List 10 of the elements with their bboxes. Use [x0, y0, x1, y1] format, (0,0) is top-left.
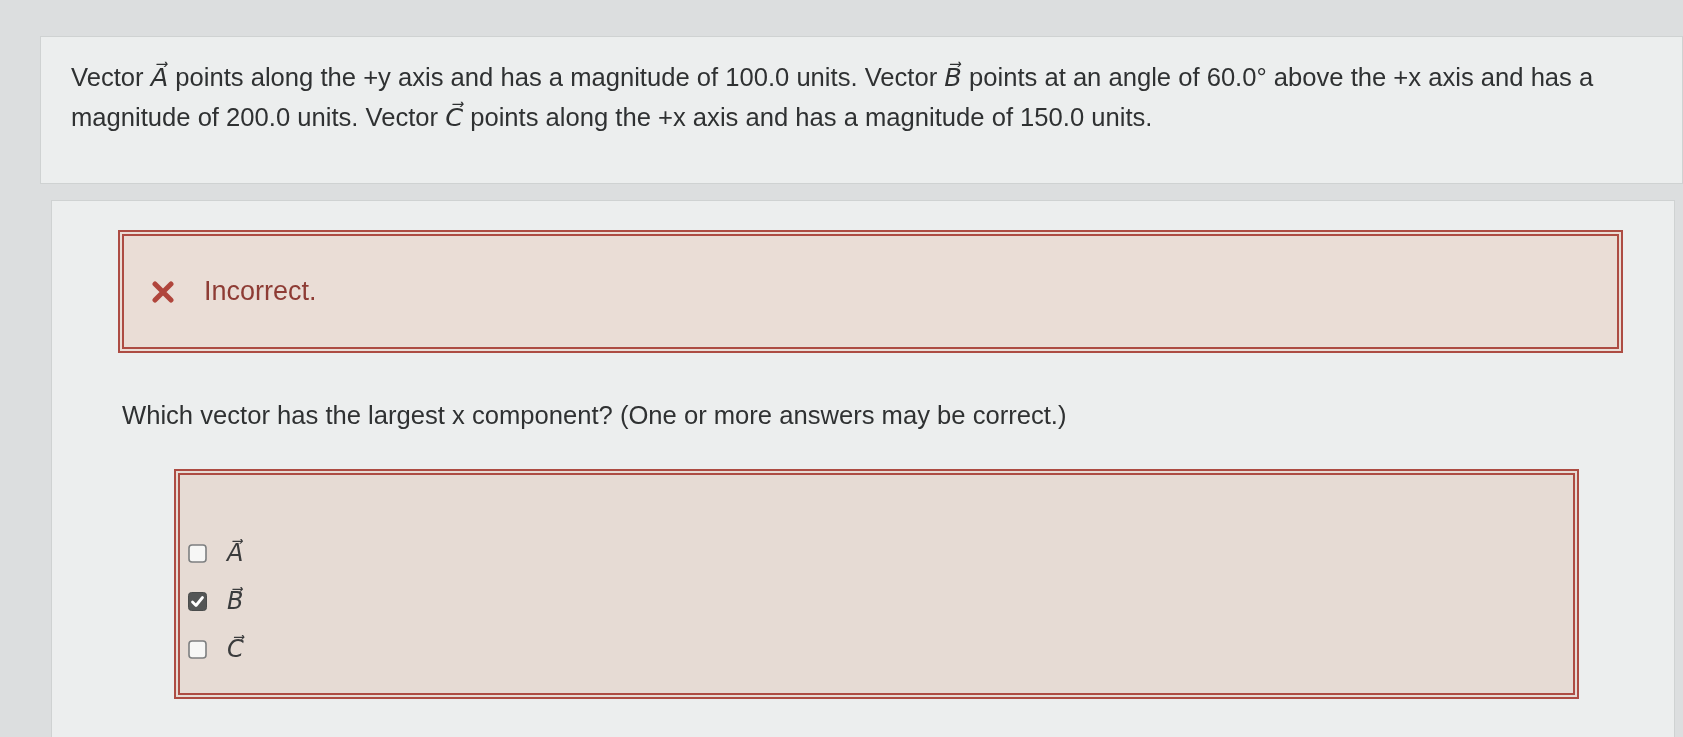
problem-text: Vector A⃗ points along the +y axis and has a magnitude of 100.0 units. Vector B⃗ points at an angle of 60.0° above the +x axis and has a magnitude of 200.0 units. Vector C⃗ points along the +x axis and has a magnitude of 150.0 units.: [71, 60, 1595, 133]
checkbox[interactable]: [188, 591, 207, 611]
question-text: Which vector has the largest x component? (One or more answers may be correct.): [122, 400, 1068, 431]
checkbox[interactable]: [188, 639, 207, 659]
option-label: B⃗: [227, 586, 244, 617]
feedback-message: Incorrect.: [204, 276, 317, 307]
cross-icon: [152, 280, 174, 303]
checkbox[interactable]: [188, 543, 207, 563]
option-label: A⃗: [227, 538, 244, 569]
option-label: C⃗: [227, 634, 244, 665]
